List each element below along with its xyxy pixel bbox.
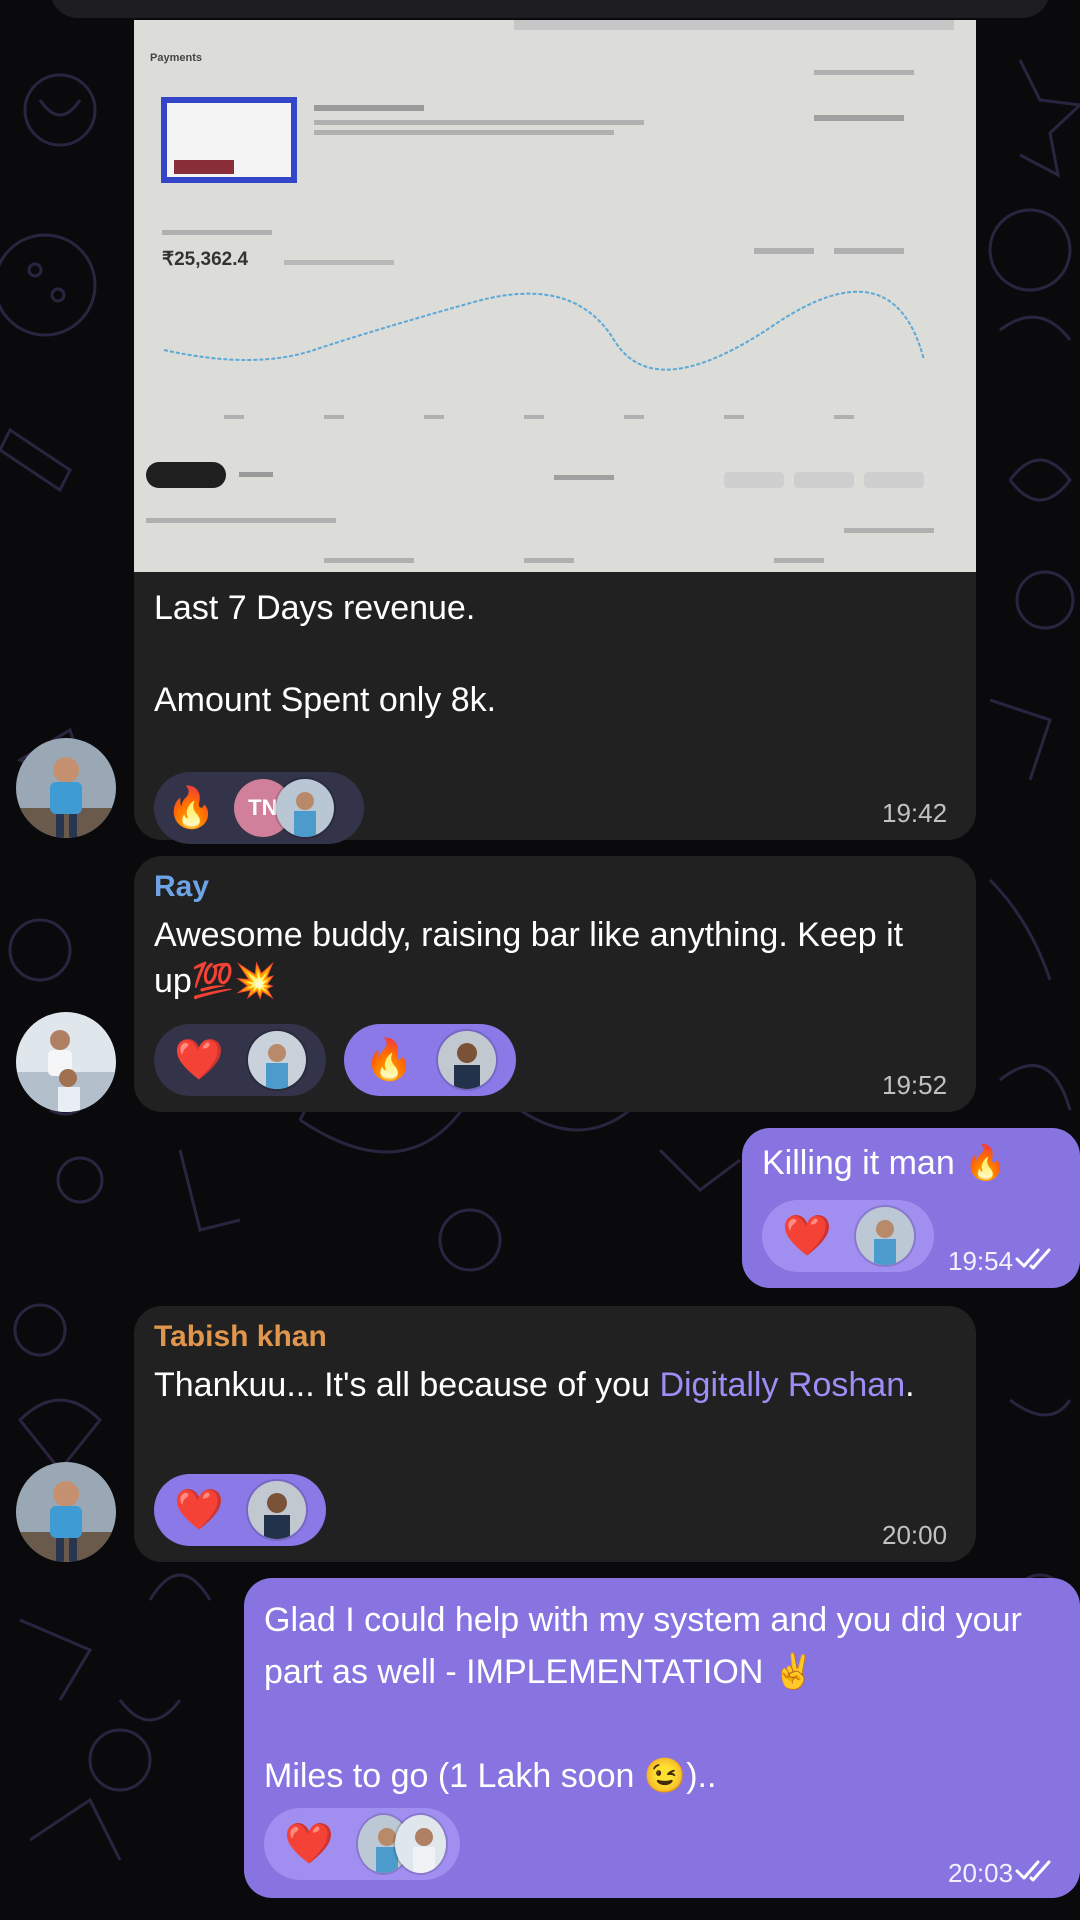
reactor-avatar [245, 1479, 308, 1541]
heart-emoji-icon: ❤️ [284, 1822, 334, 1866]
message-time-text: 19:54 [948, 1246, 1014, 1276]
reactor-avatar [273, 777, 336, 839]
message-bubble-outgoing[interactable]: Glad I could help with my system and you… [244, 1578, 1080, 1898]
message-time: 20:03 [948, 1858, 1057, 1889]
message-text: Thankuu... It's all because of you Digit… [154, 1362, 954, 1408]
message-text: Killing it man 🔥 [762, 1144, 1007, 1182]
heart-emoji-icon: ❤️ [782, 1214, 832, 1258]
message-time: 20:00 [882, 1520, 948, 1550]
message-text: Glad I could help with my system and you… [264, 1601, 1022, 1795]
reactor-avatar [245, 1029, 308, 1091]
message-text: Awesome buddy, raising bar like anything… [154, 916, 913, 1000]
reaction-chip[interactable]: ❤️ [762, 1200, 934, 1272]
double-check-read-icon [1015, 1858, 1057, 1889]
message-text-part: . [905, 1366, 915, 1404]
reaction-chip-selected[interactable]: ❤️ [154, 1474, 326, 1546]
sender-name[interactable]: Ray [154, 870, 209, 904]
reaction-chip-selected[interactable]: 🔥 [344, 1024, 516, 1096]
message-time: 19:42 [882, 798, 948, 828]
reactor-avatar [435, 1029, 498, 1091]
heart-emoji-icon: ❤️ [174, 1038, 224, 1082]
reaction-chip[interactable]: 🔥 TN [154, 772, 364, 844]
message-text: Last 7 Days revenue. Amount Spent only 8… [154, 589, 497, 719]
sender-avatar-ray[interactable] [16, 1012, 116, 1112]
reaction-chip[interactable]: ❤️ [264, 1808, 460, 1880]
payments-heading: Payments [150, 52, 202, 64]
fire-emoji-icon: 🔥 [364, 1038, 414, 1082]
fire-emoji-icon: 🔥 [166, 786, 216, 830]
sender-name[interactable]: Tabish khan [154, 1320, 327, 1354]
reactor-avatar [853, 1205, 916, 1267]
user-mention-link[interactable]: Digitally Roshan [659, 1366, 905, 1404]
double-check-read-icon [1015, 1246, 1057, 1277]
message-bubble[interactable]: Tabish khan Thankuu... It's all because … [134, 1306, 976, 1562]
sender-avatar-tabish[interactable] [16, 1462, 116, 1562]
message-bubble[interactable]: Ray Awesome buddy, raising bar like anyt… [134, 856, 976, 1112]
revenue-screenshot-image[interactable]: ₹25,362.4 Payments [134, 20, 976, 572]
message-time-text: 20:03 [948, 1858, 1014, 1888]
heart-emoji-icon: ❤️ [174, 1488, 224, 1532]
revenue-amount: ₹25,362.4 [162, 249, 249, 270]
message-time: 19:54 [948, 1246, 1057, 1277]
reaction-chip[interactable]: ❤️ [154, 1024, 326, 1096]
message-time: 19:52 [882, 1070, 948, 1100]
message-bubble-outgoing[interactable]: Killing it man 🔥 ❤️ 19:54 [742, 1128, 1080, 1288]
reactor-avatar [392, 1813, 448, 1875]
sender-avatar[interactable] [16, 738, 116, 838]
message-text-part: Thankuu... It's all because of you [154, 1366, 660, 1404]
pinned-header-bar [50, 0, 1050, 18]
revenue-dashboard-thumbnail [134, 20, 976, 572]
